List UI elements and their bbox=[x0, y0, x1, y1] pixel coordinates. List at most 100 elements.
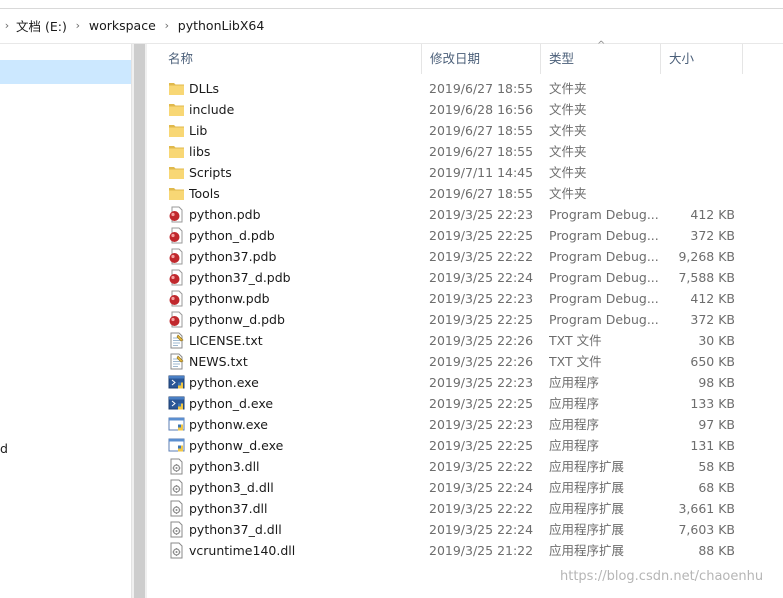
file-date-modified: 2019/3/25 22:22 bbox=[429, 459, 534, 474]
file-size: 30 KB bbox=[698, 333, 735, 348]
file-date-modified: 2019/7/11 14:45 bbox=[429, 165, 534, 180]
file-row[interactable]: python3.dll 2019/3/25 22:22 应用程序扩展 58 KB bbox=[160, 456, 783, 477]
dll-file-icon bbox=[168, 521, 186, 538]
folder-icon bbox=[168, 101, 186, 118]
file-row[interactable]: python_d.pdb 2019/3/25 22:25 Program Debug… bbox=[160, 225, 783, 246]
navigation-pane-scrollbar[interactable] bbox=[131, 44, 147, 598]
file-row[interactable]: python_d.exe 2019/3/25 22:25 应用程序 133 KB bbox=[160, 393, 783, 414]
file-row[interactable]: Tools 2019/6/27 18:55 文件夹 bbox=[160, 183, 783, 204]
file-type: 文件夹 bbox=[549, 123, 587, 138]
file-size bbox=[663, 162, 735, 183]
file-date-modified: 2019/3/25 22:25 bbox=[429, 438, 534, 453]
file-row[interactable]: python3_d.dll 2019/3/25 22:24 应用程序扩展 68 KB bbox=[160, 477, 783, 498]
file-row[interactable]: DLLs 2019/6/27 18:55 文件夹 bbox=[160, 78, 783, 99]
file-date-modified: 2019/3/25 22:23 bbox=[429, 375, 534, 390]
folder-icon bbox=[168, 122, 186, 139]
file-name: python_d.exe bbox=[189, 396, 274, 411]
file-name: python.pdb bbox=[189, 207, 261, 222]
pdb-file-icon bbox=[168, 227, 186, 244]
file-size bbox=[663, 183, 735, 204]
column-header-size[interactable]: 大小 bbox=[661, 44, 743, 74]
file-type: Program Debug... bbox=[549, 228, 659, 243]
python-exe-icon bbox=[168, 395, 186, 412]
file-size: 68 KB bbox=[698, 480, 735, 495]
file-row[interactable]: pythonw_d.exe 2019/3/25 22:25 应用程序 131 KB bbox=[160, 435, 783, 456]
file-row[interactable]: include 2019/6/28 16:56 文件夹 bbox=[160, 99, 783, 120]
pdb-file-icon bbox=[168, 269, 186, 286]
file-type: 应用程序扩展 bbox=[549, 459, 625, 474]
file-date-modified: 2019/6/27 18:55 bbox=[429, 186, 534, 201]
file-row[interactable]: Lib 2019/6/27 18:55 文件夹 bbox=[160, 120, 783, 141]
file-date-modified: 2019/3/25 22:25 bbox=[429, 228, 534, 243]
file-size: 3,661 KB bbox=[678, 501, 735, 516]
nav-item-truncated[interactable]: d bbox=[0, 441, 8, 456]
file-row[interactable]: libs 2019/6/27 18:55 文件夹 bbox=[160, 141, 783, 162]
file-row[interactable]: Scripts 2019/7/11 14:45 文件夹 bbox=[160, 162, 783, 183]
file-date-modified: 2019/3/25 22:25 bbox=[429, 396, 534, 411]
file-date-modified: 2019/3/25 22:26 bbox=[429, 354, 534, 369]
file-date-modified: 2019/3/25 22:25 bbox=[429, 312, 534, 327]
breadcrumb-item-current-folder[interactable]: pythonLibX64 bbox=[176, 18, 267, 33]
file-size bbox=[663, 78, 735, 99]
file-size: 372 KB bbox=[690, 312, 735, 327]
nav-selected-item[interactable] bbox=[0, 60, 131, 84]
file-name: libs bbox=[189, 144, 211, 159]
text-file-icon bbox=[168, 332, 186, 349]
file-name: LICENSE.txt bbox=[189, 333, 263, 348]
file-row[interactable]: pythonw_d.pdb 2019/3/25 22:25 Program Debu… bbox=[160, 309, 783, 330]
file-row[interactable]: LICENSE.txt 2019/3/25 22:26 TXT 文件 30 KB bbox=[160, 330, 783, 351]
dll-file-icon bbox=[168, 542, 186, 559]
file-name: python37_d.pdb bbox=[189, 270, 291, 285]
file-name: pythonw.exe bbox=[189, 417, 268, 432]
pythonw-exe-icon bbox=[168, 437, 186, 454]
folder-icon bbox=[168, 164, 186, 181]
file-size: 412 KB bbox=[690, 291, 735, 306]
watermark: https://blog.csdn.net/chaoenhu bbox=[560, 569, 764, 584]
file-type: Program Debug... bbox=[549, 270, 659, 285]
file-row[interactable]: python.pdb 2019/3/25 22:23 Program Debug..… bbox=[160, 204, 783, 225]
file-size: 131 KB bbox=[690, 438, 735, 453]
file-size bbox=[663, 99, 735, 120]
file-type: Program Debug... bbox=[549, 249, 659, 264]
dll-file-icon bbox=[168, 500, 186, 517]
file-name: pythonw_d.pdb bbox=[189, 312, 285, 327]
column-header-date[interactable]: 修改日期 bbox=[422, 44, 541, 74]
file-type: 文件夹 bbox=[549, 186, 587, 201]
file-type: 应用程序扩展 bbox=[549, 543, 625, 558]
file-type: 应用程序 bbox=[549, 417, 600, 432]
file-row[interactable]: pythonw.exe 2019/3/25 22:23 应用程序 97 KB bbox=[160, 414, 783, 435]
address-bar[interactable]: › 文档 (E:) › workspace › pythonLibX64 bbox=[0, 0, 783, 44]
file-size bbox=[663, 120, 735, 141]
dll-file-icon bbox=[168, 479, 186, 496]
column-header-name[interactable]: 名称 bbox=[160, 44, 422, 74]
pdb-file-icon bbox=[168, 248, 186, 265]
file-row[interactable]: python37_d.dll 2019/3/25 22:24 应用程序扩展 7,603… bbox=[160, 519, 783, 540]
pdb-file-icon bbox=[168, 311, 186, 328]
file-size: 650 KB bbox=[690, 354, 735, 369]
folder-icon bbox=[168, 80, 186, 97]
file-type: 文件夹 bbox=[549, 102, 587, 117]
file-row[interactable]: python37.pdb 2019/3/25 22:22 Program Debug… bbox=[160, 246, 783, 267]
file-name: python37.dll bbox=[189, 501, 268, 516]
file-type: 应用程序扩展 bbox=[549, 480, 625, 495]
pythonw-exe-icon bbox=[168, 416, 186, 433]
file-row[interactable]: pythonw.pdb 2019/3/25 22:23 Program Debug.… bbox=[160, 288, 783, 309]
file-date-modified: 2019/3/25 22:23 bbox=[429, 291, 534, 306]
file-type: 应用程序 bbox=[549, 396, 600, 411]
file-name: Scripts bbox=[189, 165, 232, 180]
file-row[interactable]: python37_d.pdb 2019/3/25 22:24 Program Deb… bbox=[160, 267, 783, 288]
file-size bbox=[663, 141, 735, 162]
file-row[interactable]: vcruntime140.dll 2019/3/25 21:22 应用程序扩展 88 … bbox=[160, 540, 783, 561]
file-row[interactable]: python37.dll 2019/3/25 22:22 应用程序扩展 3,661 K… bbox=[160, 498, 783, 519]
file-date-modified: 2019/3/25 22:23 bbox=[429, 417, 534, 432]
scrollbar-thumb[interactable] bbox=[134, 44, 145, 598]
file-row[interactable]: python.exe 2019/3/25 22:23 应用程序 98 KB bbox=[160, 372, 783, 393]
column-header: 名称 修改日期 类型 大小 ^ bbox=[160, 40, 783, 74]
chevron-right-icon[interactable]: › bbox=[0, 19, 14, 32]
breadcrumb-item-drive[interactable]: 文档 (E:) bbox=[14, 16, 69, 35]
breadcrumb-item-workspace[interactable]: workspace bbox=[87, 18, 158, 33]
file-name: python3.dll bbox=[189, 459, 260, 474]
file-row[interactable]: NEWS.txt 2019/3/25 22:26 TXT 文件 650 KB bbox=[160, 351, 783, 372]
chevron-right-icon[interactable]: › bbox=[158, 19, 176, 32]
chevron-right-icon[interactable]: › bbox=[69, 19, 87, 32]
